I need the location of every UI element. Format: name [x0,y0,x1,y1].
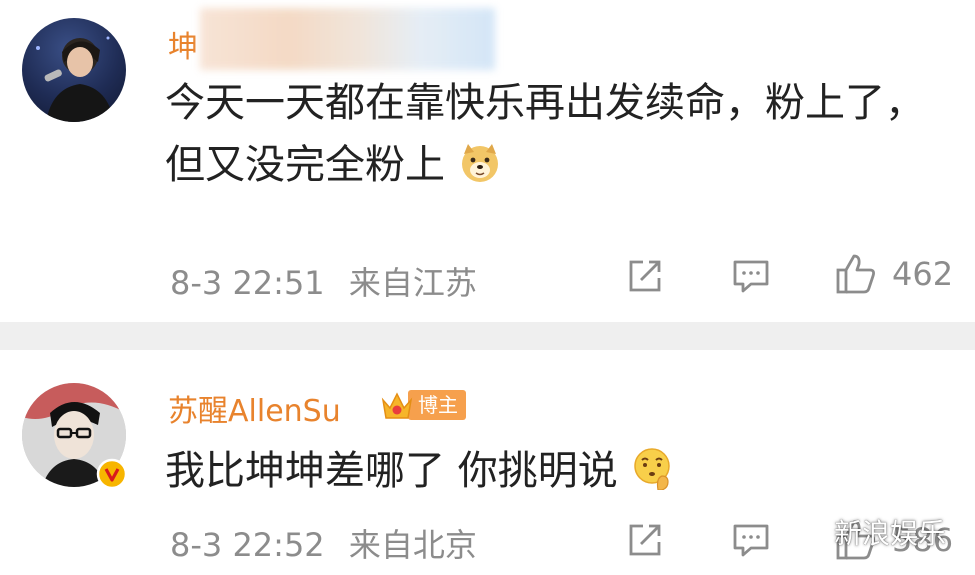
comment-location: 来自北京 [348,526,477,564]
verified-badge-icon [96,458,128,490]
comment-meta: 8-3 22:52 来自北京 [170,520,491,566]
comment-text-line1: 今天一天都在靠快乐再出发续命，粉上了， [165,80,925,126]
username-blur-mask [200,8,495,70]
comment-location: 来自江苏 [348,264,477,302]
thumbs-up-icon [836,254,875,294]
comment-time: 8-3 22:51 [170,264,325,302]
thinking-face-emoji-icon [634,448,671,490]
watermark-text: 新浪娱乐 [834,517,947,550]
user-avatar[interactable] [22,18,126,122]
avatar-image [36,36,114,122]
comment-item: 坤 今天一天都在靠快乐再出发续命，粉上了， 但又没完全粉上 8-3 22:51 … [0,0,975,322]
share-button[interactable] [625,256,665,296]
comment-text-line2: 但又没完全粉上 [165,142,445,188]
comment-text-line1: 我比坤坤差哪了 你挑明说 [165,448,618,494]
crown-icon [381,392,413,419]
wechat-icon [791,518,827,544]
username[interactable]: 坤 [168,22,198,66]
comment-text: 今天一天都在靠快乐再出发续命，粉上了， 但又没完全粉上 [165,72,955,196]
username[interactable]: 苏醒AllenSu [168,386,341,430]
comment-icon [733,524,769,557]
blogger-badge-label: 博主 [408,390,466,420]
comment-icon [733,260,769,293]
doge-emoji-icon [461,144,498,182]
comment-text: 我比坤坤差哪了 你挑明说 [165,440,955,502]
like-count: 462 [892,255,954,293]
comment-time: 8-3 22:52 [170,526,325,564]
watermark: 新浪娱乐 [790,512,946,552]
share-icon [629,260,661,292]
comment-divider [0,322,975,350]
blogger-badge: 博主 [380,388,466,422]
share-icon [629,524,661,556]
reply-button[interactable] [731,520,771,560]
reply-button[interactable] [731,256,771,296]
comment-meta: 8-3 22:51 来自江苏 [170,258,491,304]
like-button[interactable]: 462 [834,252,953,296]
share-button[interactable] [625,520,665,560]
